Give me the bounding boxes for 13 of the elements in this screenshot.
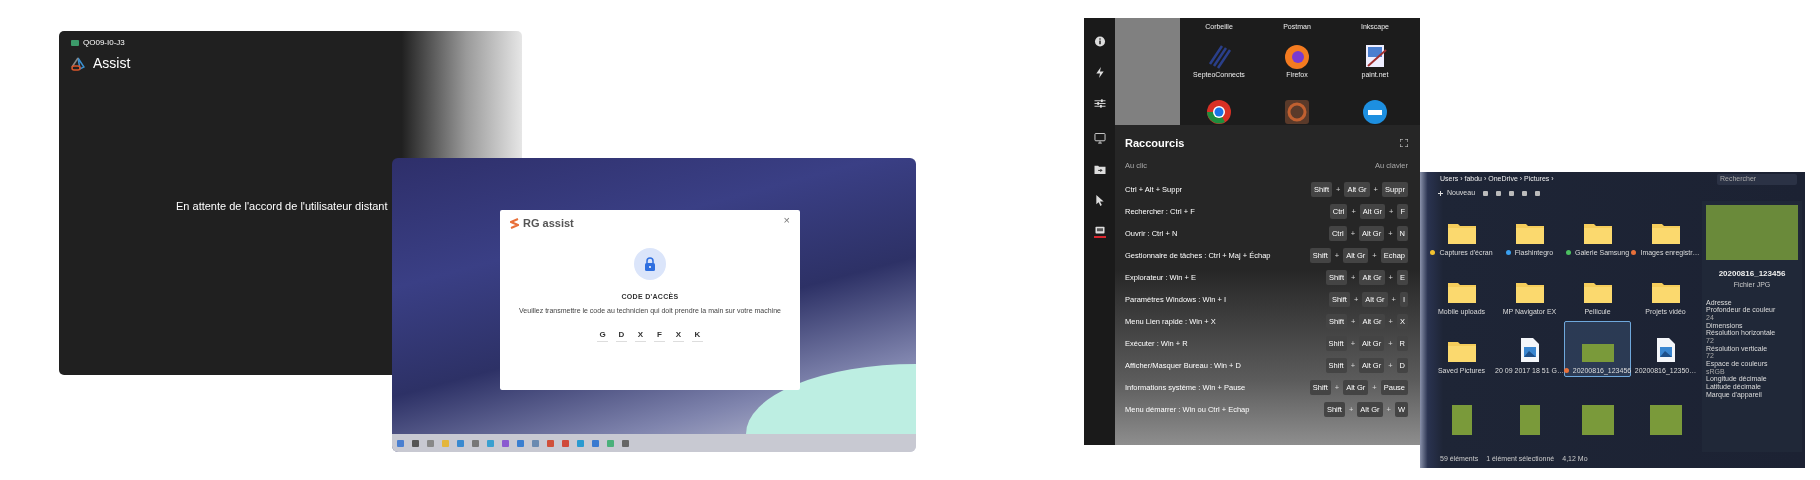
file-name: 20200816_123456 [1718, 268, 1786, 280]
logo-text: RG assist [523, 216, 574, 231]
app-title: Assist [93, 54, 131, 73]
close-button[interactable]: × [783, 215, 790, 226]
code-character: F [654, 328, 665, 342]
code-character: K [692, 328, 703, 342]
session-id: QO09-I0-J3 [83, 37, 125, 49]
panel-title: Raccourcis [1125, 136, 1185, 151]
code-character: D [616, 328, 627, 342]
code-character: G [597, 328, 608, 342]
code-character: X [635, 328, 646, 342]
status-message: En attente de l'accord de l'utilisateur distant [176, 199, 388, 215]
code-character: X [673, 328, 684, 342]
